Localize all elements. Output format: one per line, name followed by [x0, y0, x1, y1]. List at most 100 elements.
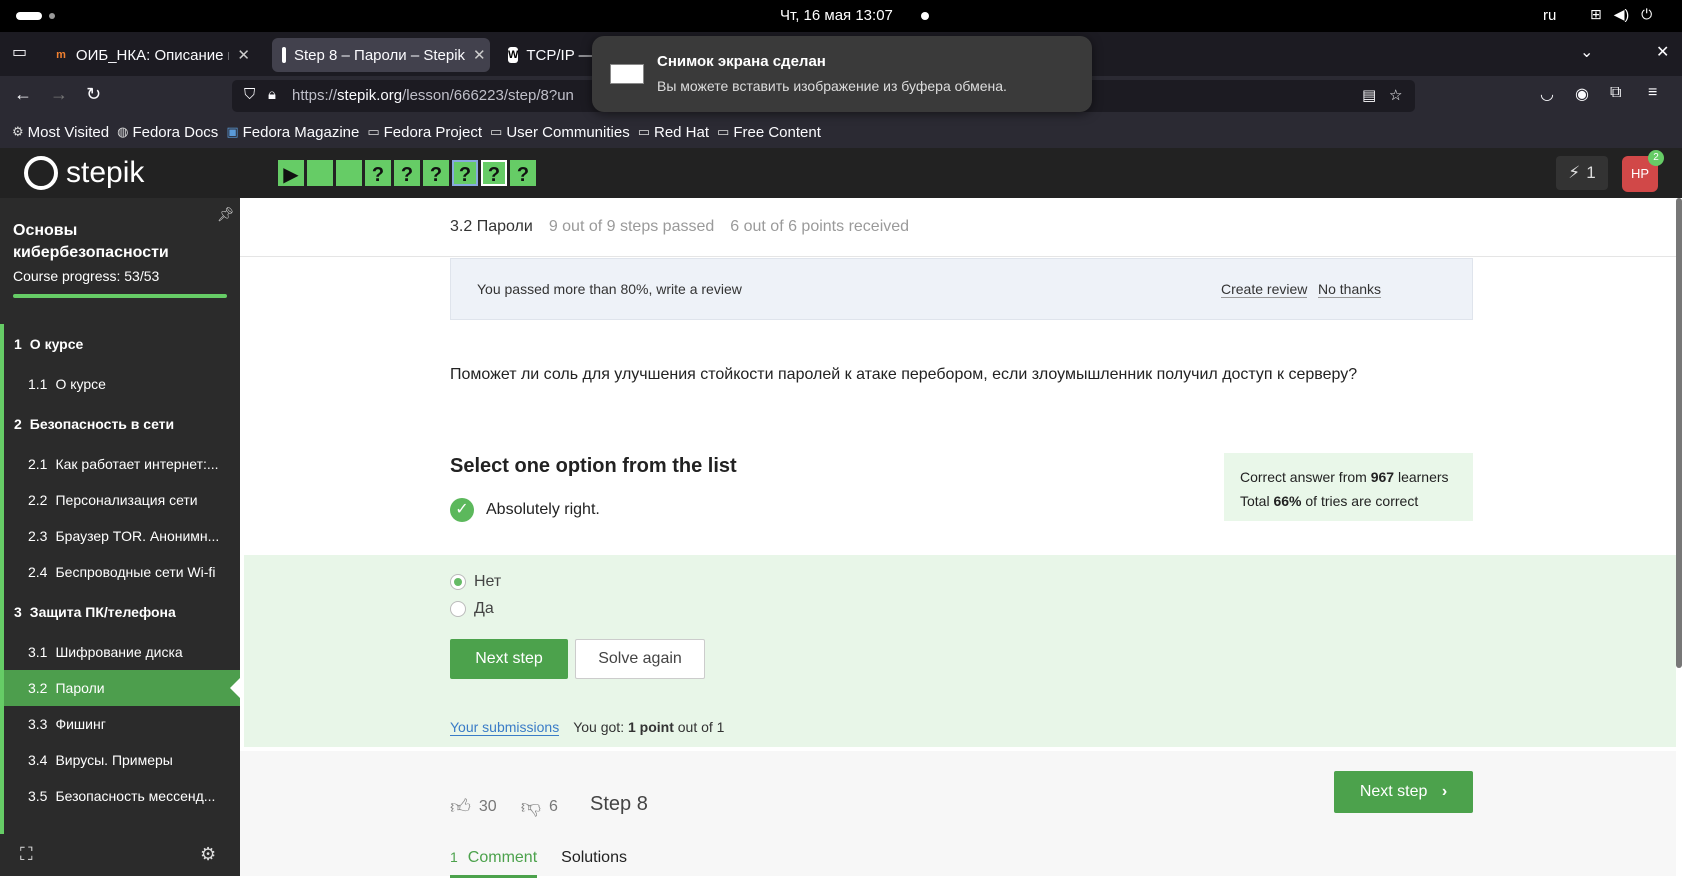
sidebar-lesson-1-1[interactable]: 1.1 О курсе [4, 366, 240, 402]
tab-solutions[interactable]: Solutions [561, 849, 627, 878]
fedora-magazine-icon: ▣ [226, 124, 239, 139]
bookmark-fedora-project[interactable]: ▭ Fedora Project [367, 124, 482, 141]
step-8-current[interactable]: ? [481, 160, 507, 186]
sidebar-module-2[interactable]: 2 Безопасность в сети [4, 402, 240, 446]
bookmark-fedora-magazine[interactable]: ▣ Fedora Magazine [226, 124, 359, 141]
forward-icon[interactable]: → [50, 84, 68, 105]
tab-comments[interactable]: 1 Comment [450, 849, 538, 878]
settings-gear-icon[interactable]: ⚙ [200, 844, 216, 865]
lesson-breadcrumb: 3.2 Пароли 9 out of 9 steps passed 6 out… [450, 218, 909, 236]
close-window-icon[interactable]: ✕ [1656, 42, 1669, 62]
bookmark-red-hat[interactable]: ▭ Red Hat [638, 124, 709, 141]
back-icon[interactable]: ← [14, 84, 32, 105]
energy-button[interactable]: ⚡ 1 [1556, 156, 1608, 190]
sidebar-lesson-3-4[interactable]: 3.4 Вирусы. Примеры [4, 742, 240, 778]
reader-view-icon[interactable]: ▤ [1362, 86, 1376, 104]
notification-badge: 2 [1648, 150, 1664, 166]
sidebar-lesson-3-5[interactable]: 3.5 Безопасность мессенд... [4, 778, 240, 814]
score-text: You got: 1 point out of 1 [573, 719, 725, 735]
volume-icon: ◀) [1613, 6, 1630, 22]
avatar[interactable]: НР 2 [1622, 150, 1664, 192]
step-3[interactable] [336, 160, 362, 186]
bookmark-user-communities[interactable]: ▭ User Communities [490, 124, 630, 141]
lock-icon[interactable]: 🔒︎ [268, 86, 276, 103]
sidebar-lesson-3-1[interactable]: 3.1 Шифрование диска [4, 634, 240, 670]
list-all-tabs-icon[interactable]: ⌄ [1580, 42, 1593, 62]
quiz-instruction: Select one option from the list [450, 455, 737, 477]
system-clock[interactable]: Чт, 16 мая 13:07 [780, 7, 893, 24]
next-step-button[interactable]: Next step [450, 639, 568, 679]
sidebar-module-3[interactable]: 3 Защита ПК/телефона [4, 590, 240, 634]
sidebar-lesson-2-3[interactable]: 2.3 Браузер TOR. Анонимн... [4, 518, 240, 554]
url-text[interactable]: https://stepik.org/lesson/666223/step/8?… [292, 87, 574, 104]
keyboard-layout[interactable]: ru [1543, 7, 1556, 24]
extensions-icon[interactable]: ⧉ [1610, 84, 1621, 102]
globe-icon: ◍ [117, 124, 129, 139]
screenshot-notification[interactable]: Снимок экрана сделан Вы можете вставить … [592, 36, 1092, 112]
option-da[interactable]: Да [450, 600, 494, 618]
sidebar-lesson-2-1[interactable]: 2.1 Как работает интернет:... [4, 446, 240, 482]
step-5[interactable]: ? [394, 160, 420, 186]
radio-selected[interactable] [450, 574, 466, 590]
stepik-favicon-icon [282, 47, 286, 63]
bookmark-most-visited[interactable]: ⚙ Most Visited [12, 124, 109, 141]
close-tab-icon[interactable]: ✕ [473, 46, 486, 64]
page-scrollbar[interactable] [1676, 198, 1682, 668]
vote-controls: 👍︎ 30 👎︎ 6 [450, 795, 558, 819]
sidebar-lesson-2-2[interactable]: 2.2 Персонализация сети [4, 482, 240, 518]
dislikes-count: 6 [549, 798, 558, 815]
shield-icon[interactable]: ⛉ [244, 86, 255, 103]
power-icon: ⏻ [1641, 6, 1653, 22]
no-thanks-link[interactable]: No thanks [1318, 281, 1382, 298]
bookmark-free-content[interactable]: ▭ Free Content [717, 124, 821, 141]
sidebar-lesson-3-2[interactable]: 3.2 Пароли [4, 670, 240, 706]
thumbs-down-icon[interactable]: 👎︎ [521, 795, 541, 819]
close-tab-icon[interactable]: ✕ [237, 46, 250, 64]
thumbs-up-icon[interactable]: 👍︎ [450, 795, 471, 819]
wikipedia-favicon-icon: W [508, 47, 519, 63]
radio-unselected[interactable] [450, 601, 466, 617]
create-review-link[interactable]: Create review [1221, 281, 1308, 298]
step-6[interactable]: ? [423, 160, 449, 186]
review-prompt: You passed more than 80%, write a review [477, 281, 742, 297]
footer-next-step-button[interactable]: Next step › [1334, 771, 1473, 813]
solve-again-button[interactable]: Solve again [575, 639, 705, 679]
reload-icon[interactable]: ↻ [86, 84, 101, 105]
stats-learners: Correct answer from 967 learners [1240, 469, 1449, 485]
sidebar-lesson-2-4[interactable]: 2.4 Беспроводные сети Wi-fi [4, 554, 240, 590]
step-9[interactable]: ? [510, 160, 536, 186]
activities-indicator[interactable] [16, 12, 42, 20]
recording-indicator-icon [921, 12, 929, 20]
course-title[interactable]: Основы кибербезопасности [13, 220, 213, 264]
tab-overview-icon[interactable]: ▭ [12, 42, 27, 62]
system-tray[interactable]: ⊞ ◀) ⏻ [1590, 6, 1652, 23]
tab-label: Step 8 – Пароли – Stepik [294, 46, 466, 64]
tab-oib[interactable]: m ОИБ_НКА: Описание вне ✕ [44, 38, 260, 72]
review-banner: You passed more than 80%, write a review… [450, 258, 1473, 320]
step-2[interactable] [307, 160, 333, 186]
pocket-icon[interactable]: ◡ [1540, 84, 1554, 104]
points-received: 6 out of 6 points received [730, 218, 910, 235]
bookmark-star-icon[interactable]: ☆ [1389, 86, 1402, 104]
menu-icon[interactable]: ≡ [1648, 84, 1657, 102]
stepik-logo[interactable]: stepik [24, 156, 144, 190]
sidebar-module-1[interactable]: 1О курсе [4, 322, 240, 366]
quiz-feedback: ✓ Absolutely right. [450, 498, 600, 522]
divider [240, 256, 1676, 257]
step-7[interactable]: ? [452, 160, 478, 186]
bookmarks-toolbar: ⚙ Most Visited ◍ Fedora Docs ▣ Fedora Magaz… [0, 116, 1682, 148]
tab-stepik[interactable]: Step 8 – Пароли – Stepik ✕ [272, 38, 490, 72]
fullscreen-icon[interactable]: ⛶ [20, 844, 33, 865]
gear-icon: ⚙ [12, 124, 24, 139]
pin-icon[interactable]: 📌︎ [217, 206, 235, 223]
moodle-favicon-icon: m [56, 49, 66, 61]
your-submissions-link[interactable]: Your submissions [450, 719, 560, 736]
step-1-video[interactable]: ▶ [278, 160, 304, 186]
discussion-tabs: 1 Comment Solutions [450, 849, 627, 878]
account-icon[interactable]: ◉ [1575, 84, 1589, 104]
option-net[interactable]: Нет [450, 573, 501, 591]
bookmark-fedora-docs[interactable]: ◍ Fedora Docs [117, 124, 218, 141]
tab-tcpip[interactable]: W TCP/IP — [498, 38, 594, 72]
step-4[interactable]: ? [365, 160, 391, 186]
sidebar-lesson-3-3[interactable]: 3.3 Фишинг [4, 706, 240, 742]
